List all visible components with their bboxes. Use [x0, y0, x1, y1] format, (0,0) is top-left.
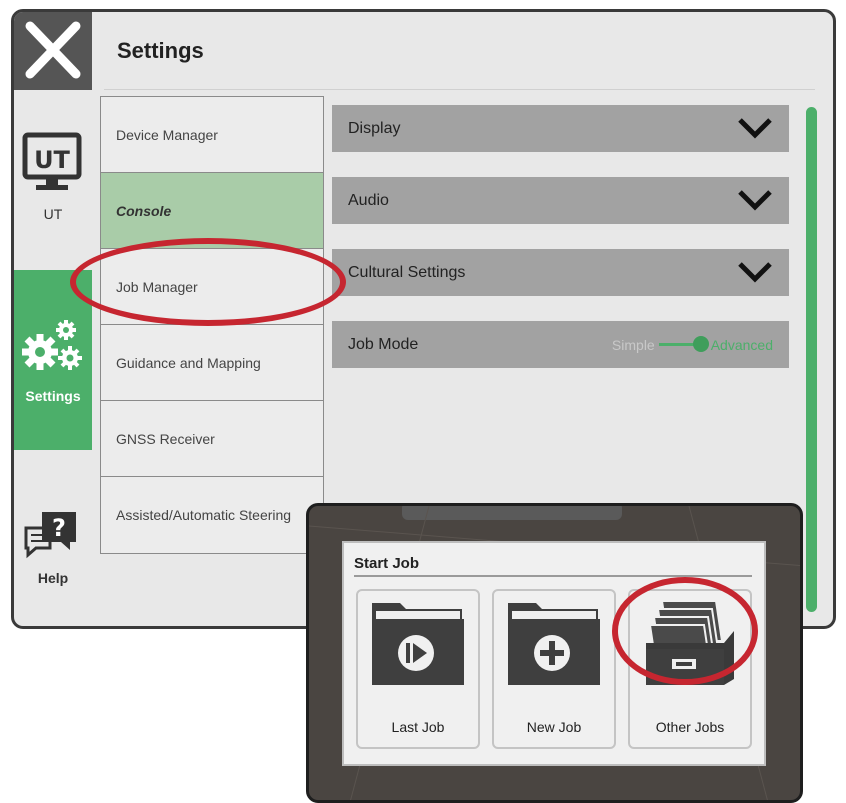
- title-divider: [104, 89, 815, 90]
- job-mode-label: Job Mode: [348, 335, 419, 353]
- svg-text:?: ?: [52, 514, 66, 542]
- toggle-knob[interactable]: [692, 336, 709, 352]
- menu-item-guidance-mapping[interactable]: Guidance and Mapping: [101, 325, 323, 401]
- folder-play-icon: [372, 603, 464, 685]
- highlight-ellipse-job-manager: [70, 238, 346, 326]
- highlight-ellipse-other-jobs: [612, 577, 758, 685]
- audio-label: Audio: [348, 191, 389, 209]
- toggle-advanced-label: Advanced: [710, 336, 773, 353]
- svg-text:UT: UT: [34, 146, 70, 174]
- dialog-title: Start Job: [354, 555, 420, 572]
- chevron-down-icon: [738, 118, 772, 139]
- chevron-down-icon: [738, 262, 772, 283]
- last-job-label: Last Job: [391, 719, 445, 735]
- rail-label-ut: UT: [43, 206, 63, 222]
- left-rail: UT UT Settings ? Help: [14, 90, 92, 626]
- toggle-simple-label: Simple: [611, 336, 655, 353]
- rail-label-settings: Settings: [25, 388, 81, 404]
- audio-row[interactable]: Audio: [332, 177, 789, 224]
- new-job-label: New Job: [526, 719, 582, 735]
- page-title: Settings: [117, 38, 204, 63]
- display-label: Display: [348, 119, 401, 137]
- display-row[interactable]: Display: [332, 105, 789, 152]
- last-job-button[interactable]: Last Job: [356, 589, 480, 749]
- rail-label-help: Help: [37, 570, 69, 586]
- help-chat-icon: ?: [24, 512, 76, 559]
- menu-item-assisted-steering[interactable]: Assisted/Automatic Steering: [101, 477, 323, 553]
- chevron-down-icon: [738, 190, 772, 211]
- close-button[interactable]: [14, 12, 92, 90]
- ut-monitor-icon: UT: [22, 132, 82, 190]
- cultural-settings-label: Cultural Settings: [348, 263, 466, 281]
- job-mode-row: Job Mode Simple Advanced: [332, 321, 789, 368]
- rail-item-help[interactable]: ? Help: [14, 450, 92, 626]
- folder-plus-icon: [508, 603, 600, 685]
- other-jobs-label: Other Jobs: [655, 719, 725, 735]
- scrollbar[interactable]: [806, 107, 817, 612]
- gears-icon: [22, 320, 82, 370]
- close-icon: [25, 21, 81, 79]
- menu-item-gnss-receiver[interactable]: GNSS Receiver: [101, 401, 323, 477]
- cultural-settings-row[interactable]: Cultural Settings: [332, 249, 789, 296]
- new-job-button[interactable]: New Job: [492, 589, 616, 749]
- job-mode-toggle[interactable]: Simple Advanced: [612, 321, 773, 368]
- toggle-track: [658, 336, 709, 352]
- menu-item-device-manager[interactable]: Device Manager: [101, 97, 323, 173]
- rail-item-ut[interactable]: UT UT: [14, 90, 92, 270]
